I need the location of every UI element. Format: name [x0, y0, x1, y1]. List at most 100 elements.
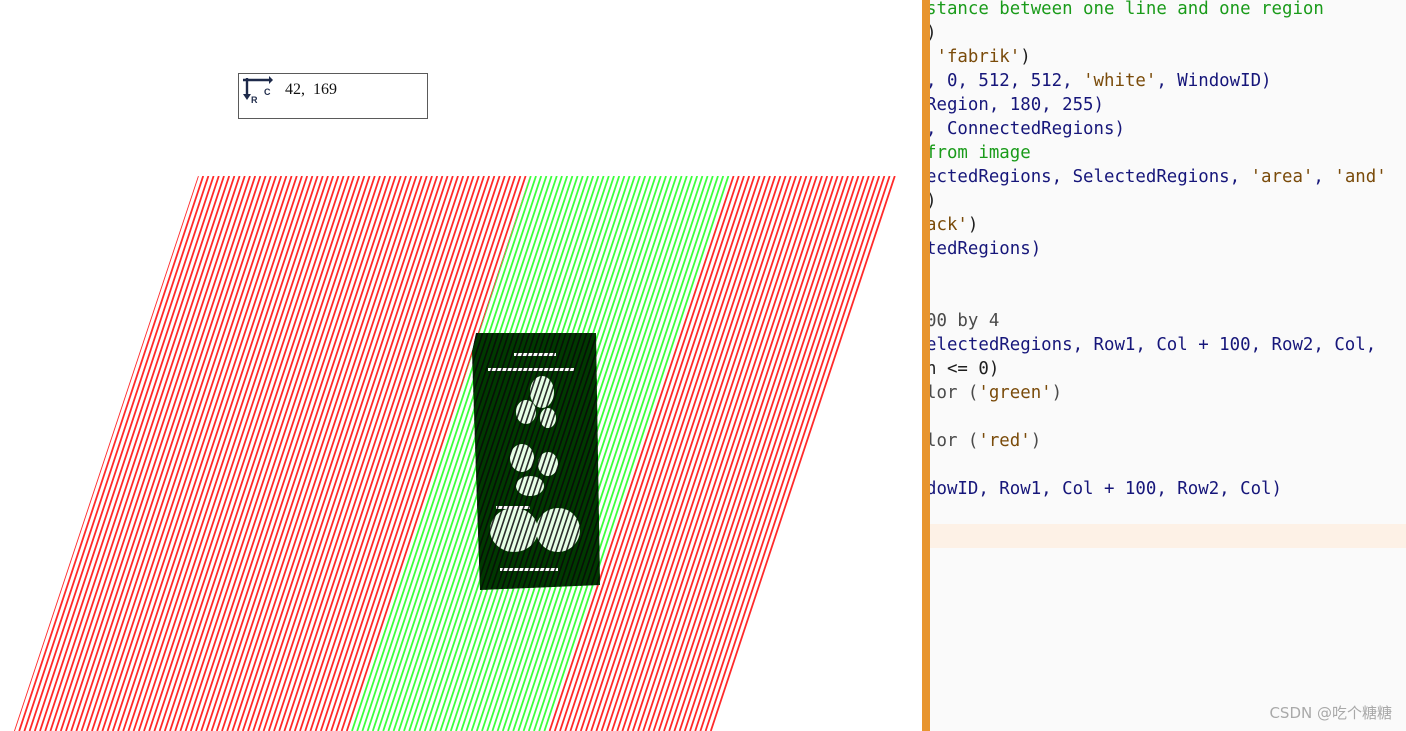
- hatch-line: [860, 176, 897, 731]
- hatch-line: [309, 176, 496, 731]
- hatch-line: [169, 176, 355, 731]
- hatch-line: [14, 176, 189, 731]
- hatch-line: [787, 176, 897, 731]
- hatch-line: [839, 176, 897, 731]
- hatch-line: [0, 176, 47, 731]
- hatch-line: [830, 176, 922, 731]
- hatch-line: [830, 176, 922, 731]
- hatch-line: [881, 176, 897, 731]
- code-editor[interactable]: stance between one line and one region) …: [930, 0, 1406, 731]
- code-token: Region, 180, 255): [930, 95, 1104, 115]
- hatch-line: [871, 176, 897, 731]
- hatch-line: [647, 176, 834, 731]
- code-line: dowID, Row1, Col + 100, Row2, Col): [930, 477, 1282, 501]
- hatch-line: [898, 176, 922, 731]
- hatch-line: [893, 176, 922, 731]
- hatch-line: [611, 176, 797, 731]
- code-line: , ConnectedRegions): [930, 117, 1125, 141]
- hatch-line: [862, 176, 922, 731]
- hatch-line: [579, 176, 766, 731]
- hatch-line: [14, 176, 121, 731]
- hatch-line: [23, 176, 210, 731]
- hatch-line: [585, 176, 771, 731]
- hatch-line: [908, 176, 922, 731]
- hatch-line: [148, 176, 335, 731]
- hatch-line: [14, 176, 184, 731]
- hatch-line: [132, 176, 319, 731]
- hatch-line: [0, 176, 89, 731]
- hatch-line: [876, 176, 897, 731]
- hatch-line: [205, 176, 392, 731]
- row-col-value: 42, 169: [285, 81, 337, 98]
- hatch-line: [14, 176, 64, 731]
- hatch-line: [0, 176, 63, 731]
- graphics-window[interactable]: R C 42, 169: [0, 0, 922, 731]
- hatch-line: [872, 176, 922, 731]
- hatch-line: [752, 176, 922, 731]
- hatch-line: [877, 176, 922, 731]
- hatch-line: [893, 176, 922, 731]
- hatch-line: [867, 176, 922, 731]
- hatch-line: [804, 176, 922, 731]
- code-line: 'fabrik'): [930, 45, 1030, 69]
- hatch-line: [49, 176, 236, 731]
- hatch-line: [0, 176, 6, 731]
- hatch-line: [221, 176, 407, 731]
- hatch-line: [637, 176, 823, 731]
- hatch-line: [773, 176, 922, 731]
- hatch-line: [903, 176, 922, 731]
- hatch-line: [737, 176, 921, 731]
- hatch-line: [772, 176, 897, 731]
- hatch-line: [642, 176, 829, 731]
- hatch-line: [14, 176, 90, 731]
- hatch-line: [14, 176, 38, 731]
- code-token: , 0, 512, 512,: [930, 71, 1084, 91]
- pane-splitter[interactable]: [922, 0, 930, 731]
- hatch-line: [798, 176, 897, 731]
- hatch-line: [163, 176, 350, 731]
- hatch-line: [856, 176, 922, 731]
- hatch-line: [616, 176, 803, 731]
- hatch-line: [174, 176, 361, 731]
- hatch-line: [122, 176, 309, 731]
- hatch-line: [241, 176, 428, 731]
- hatch-line: [184, 176, 371, 731]
- code-token: 'green': [978, 383, 1052, 403]
- hatch-line: [54, 176, 241, 731]
- hatch-line: [908, 176, 922, 731]
- code-token: ): [930, 23, 936, 43]
- hatch-line: [14, 176, 23, 731]
- hatch-line: [226, 176, 413, 731]
- hatch-line: [59, 176, 246, 731]
- code-token: ): [1051, 383, 1063, 403]
- hatch-line: [33, 176, 220, 731]
- hatch-line: [683, 176, 870, 731]
- watermark: CSDN @吃个糖糖: [1269, 704, 1392, 722]
- hatch-line: [590, 176, 777, 731]
- hatch-line: [704, 176, 891, 731]
- hatch-line: [0, 176, 32, 731]
- hatch-line: [257, 176, 444, 731]
- hatch-line: [829, 176, 897, 731]
- hatch-line: [794, 176, 922, 731]
- hatch-line: [14, 176, 194, 731]
- hatch-line: [0, 176, 52, 731]
- hatch-line: [730, 176, 897, 731]
- hatch-line: [626, 176, 813, 731]
- hatch-line: [804, 176, 922, 731]
- hatch-line: [85, 176, 272, 731]
- code-token: , WindowID): [1156, 71, 1272, 91]
- hatch-line: [210, 176, 397, 731]
- code-line: stance between one line and one region: [930, 0, 1324, 21]
- hatch-line: [0, 176, 47, 731]
- hatch-line: [231, 176, 418, 731]
- hatch-line: [737, 176, 921, 731]
- hatch-line: [720, 176, 897, 731]
- hatch-line: [799, 176, 922, 731]
- hatched-lines-canvas: [0, 176, 922, 731]
- hatch-line: [678, 176, 865, 731]
- hatch-line: [834, 176, 897, 731]
- hatch-line: [0, 176, 182, 731]
- hatch-line: [595, 176, 782, 731]
- hatch-line: [914, 176, 922, 731]
